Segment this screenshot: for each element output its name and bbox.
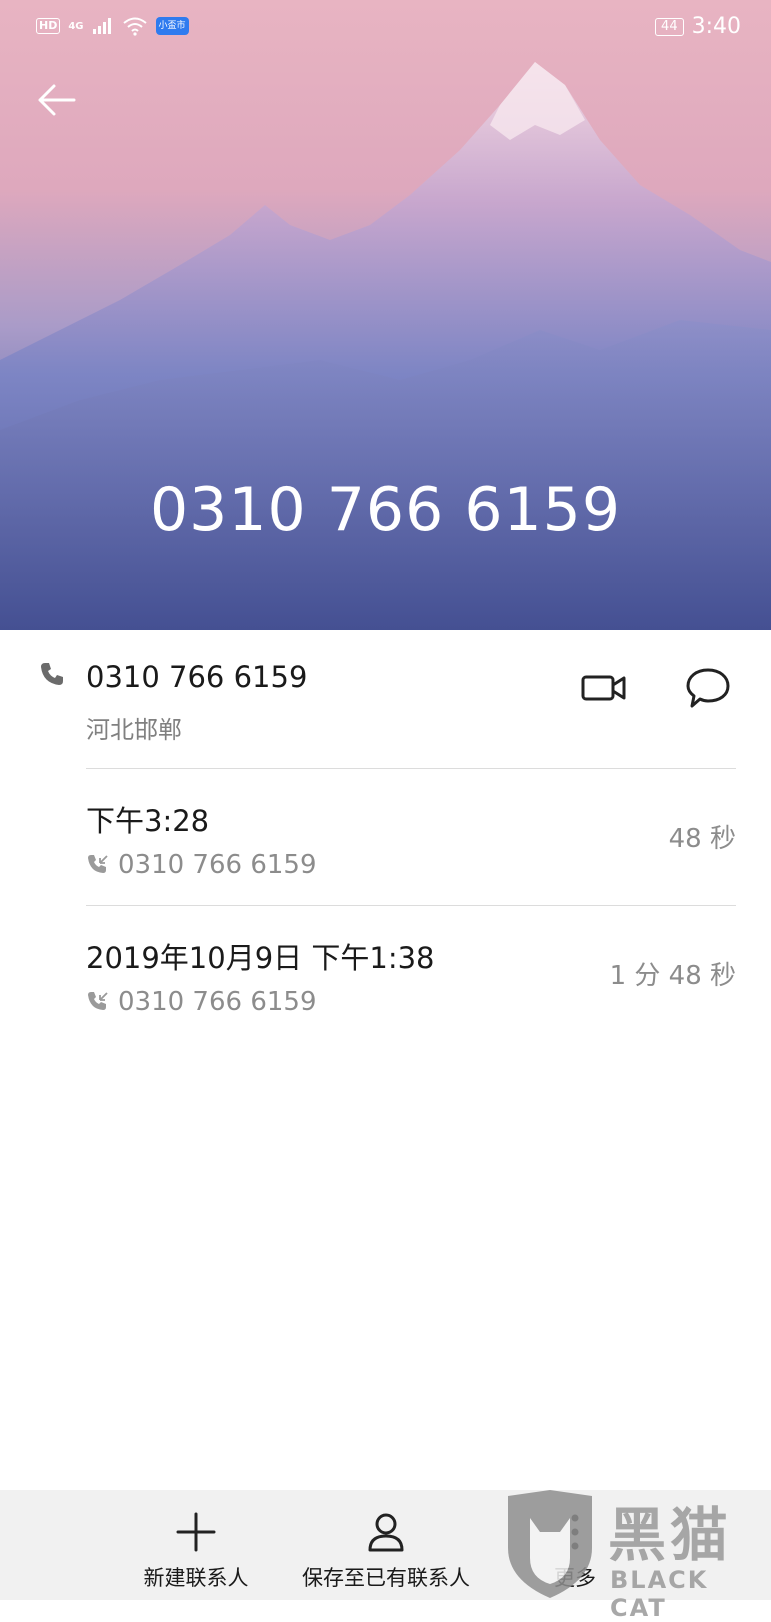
new-contact-button[interactable]: 新建联系人 (136, 1490, 256, 1600)
signal-icon (92, 18, 111, 34)
back-button[interactable] (34, 78, 84, 128)
call-number: 0310 766 6159 (118, 850, 317, 880)
new-contact-label: 新建联系人 (143, 1566, 249, 1590)
back-arrow-icon (38, 84, 76, 116)
call-number: 0310 766 6159 (118, 987, 317, 1017)
message-button[interactable] (684, 666, 740, 718)
wifi-icon (122, 17, 147, 36)
watermark: 黑猫 BLACK CAT (500, 1488, 771, 1622)
call-duration: 48 秒 (668, 824, 736, 854)
save-to-existing-label: 保存至已有联系人 (302, 1566, 470, 1590)
save-to-existing-button[interactable]: 保存至已有联系人 (296, 1490, 476, 1600)
video-call-button[interactable] (580, 668, 636, 718)
clock: 3:40 (691, 14, 741, 39)
watermark-subtext: BLACK CAT (610, 1566, 709, 1622)
call-duration: 1 分 48 秒 (609, 961, 736, 991)
battery-indicator: 44 (655, 17, 684, 36)
incoming-call-icon (88, 855, 108, 873)
video-call-icon (581, 675, 626, 701)
incoming-call-icon (88, 992, 108, 1010)
network-type: 4G (68, 20, 84, 32)
header-phone-number: 0310 766 6159 (149, 475, 622, 545)
hd-badge: HD (36, 18, 61, 34)
call-time: 下午3:28 (86, 804, 210, 838)
header-banner: HD 4G 小盃市 44 3:40 0310 766 6159 (0, 0, 771, 630)
contact-number-row[interactable]: 0310 766 6159 河北邯郸 (0, 630, 771, 768)
status-bar: HD 4G 小盃市 44 3:40 (0, 0, 771, 58)
person-icon (368, 1513, 404, 1552)
call-log-entry[interactable]: 2019年10月9日 下午1:38 0310 766 6159 1 分 48 秒 (0, 905, 771, 1040)
contact-phone-number: 0310 766 6159 (86, 660, 308, 694)
call-log-entry[interactable]: 下午3:28 0310 766 6159 48 秒 (0, 768, 771, 903)
app-notification-badge: 小盃市 (155, 17, 189, 35)
message-icon (686, 668, 730, 708)
call-time: 2019年10月9日 下午1:38 (86, 941, 435, 975)
add-icon (176, 1512, 216, 1552)
phone-icon (41, 663, 63, 685)
cat-shield-logo (508, 1490, 592, 1598)
phone-location: 河北邯郸 (86, 716, 182, 744)
watermark-text: 黑猫 (608, 1501, 733, 1569)
